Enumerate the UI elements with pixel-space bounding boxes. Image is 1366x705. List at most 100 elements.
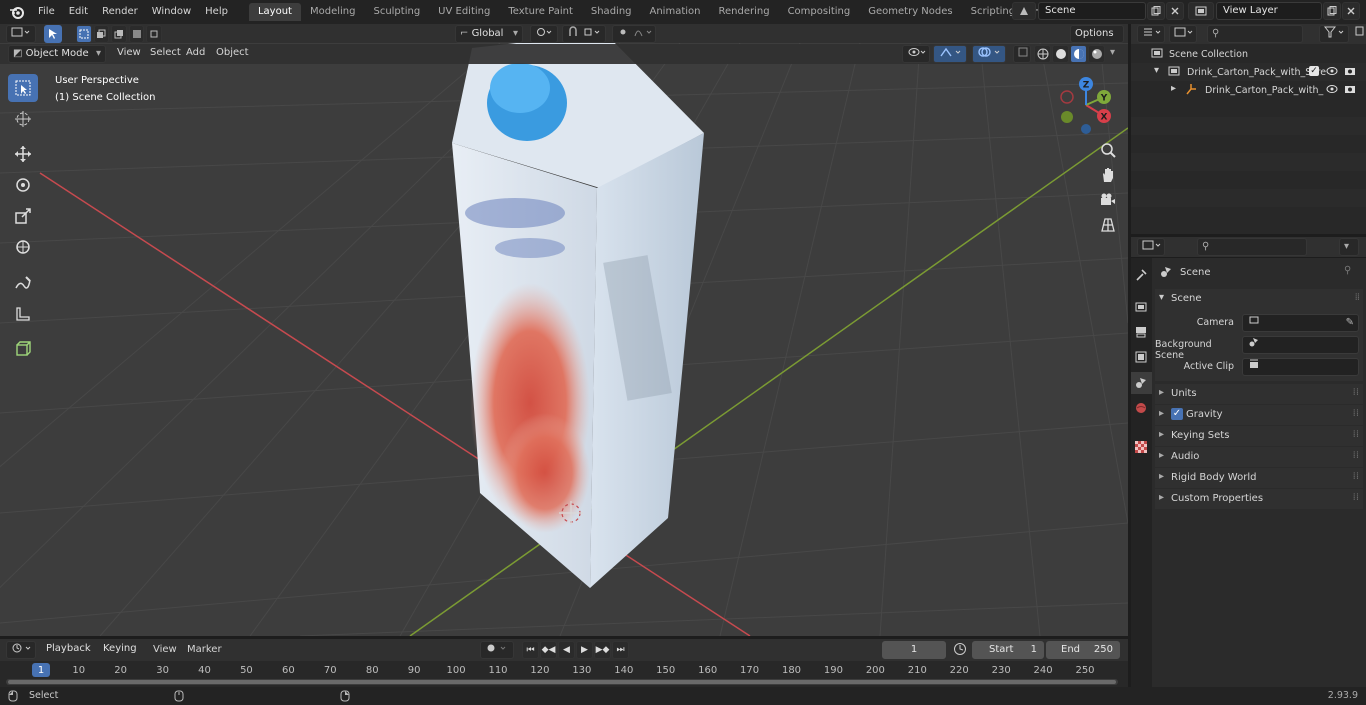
- tab-animation[interactable]: Animation: [641, 3, 710, 21]
- menu-file[interactable]: File: [31, 2, 62, 22]
- select-invert-icon[interactable]: [128, 25, 145, 43]
- outliner-search-input[interactable]: ⚲: [1207, 25, 1303, 43]
- rotate-tool-icon[interactable]: [8, 171, 38, 199]
- tab-uv-editing[interactable]: UV Editing: [429, 3, 499, 21]
- zoom-icon[interactable]: [1098, 140, 1118, 160]
- menu-render[interactable]: Render: [95, 2, 145, 22]
- eye-icon[interactable]: [1326, 65, 1338, 80]
- tab-shading[interactable]: Shading: [582, 3, 641, 21]
- new-collection-icon[interactable]: [1351, 25, 1365, 43]
- add-cube-tool-icon[interactable]: [8, 335, 38, 363]
- pin-icon[interactable]: ⚲: [1344, 265, 1351, 276]
- current-frame-field[interactable]: 1: [882, 641, 946, 659]
- timeline-menu-view[interactable]: View: [153, 641, 177, 659]
- pan-hand-icon[interactable]: [1098, 165, 1118, 185]
- select-tool-icon[interactable]: [44, 25, 62, 43]
- 3d-viewport[interactable]: X Y Z User Perspective (1) Scene Collect…: [0, 43, 1128, 636]
- filter-icon[interactable]: [1319, 25, 1349, 43]
- snap-dropdown[interactable]: [562, 25, 606, 43]
- play-reverse-icon[interactable]: ◀: [558, 641, 575, 659]
- view-layer-icon[interactable]: [1188, 2, 1214, 20]
- measure-tool-icon[interactable]: [8, 300, 38, 328]
- new-scene-icon[interactable]: [1147, 2, 1165, 20]
- units-subpanel[interactable]: ▸ Units ⁞⁞: [1155, 384, 1363, 404]
- select-intersect-icon[interactable]: [146, 25, 162, 43]
- gravity-checkbox[interactable]: ✓: [1171, 408, 1183, 420]
- annotate-tool-icon[interactable]: [8, 269, 38, 297]
- timeline-menu-marker[interactable]: Marker: [187, 641, 222, 659]
- scene-type-icon[interactable]: [1012, 2, 1036, 20]
- delete-view-layer-icon[interactable]: [1342, 2, 1360, 20]
- rendered-shading-icon[interactable]: [1088, 45, 1105, 63]
- gizmo-toggle[interactable]: [933, 45, 967, 63]
- menu-edit[interactable]: Edit: [62, 2, 95, 22]
- menu-object[interactable]: Object: [216, 44, 249, 62]
- menu-select[interactable]: Select: [150, 44, 181, 62]
- jump-start-icon[interactable]: ⏮: [522, 641, 539, 659]
- play-icon[interactable]: ▶: [576, 641, 593, 659]
- playback-dropdown[interactable]: Playback ▾: [42, 641, 96, 670]
- drag-handle-icon[interactable]: ⁞⁞: [1353, 429, 1359, 440]
- options-dropdown[interactable]: Options ▾: [1070, 25, 1124, 55]
- blender-logo-icon[interactable]: [7, 2, 27, 22]
- menu-add[interactable]: Add: [186, 44, 205, 62]
- rigid-body-world-subpanel[interactable]: ▸ Rigid Body World ⁞⁞: [1155, 468, 1363, 488]
- drag-handle-icon[interactable]: ⁞⁞: [1353, 450, 1359, 461]
- expand-arrow-icon[interactable]: ▸: [1171, 83, 1176, 94]
- drag-handle-icon[interactable]: ⁞⁞: [1353, 471, 1359, 482]
- outliner-row-object[interactable]: ▸ Drink_Carton_Pack_with_: [1131, 81, 1366, 99]
- select-new-icon[interactable]: [76, 25, 92, 43]
- drag-handle-icon[interactable]: ⁞⁞: [1353, 492, 1359, 503]
- active-clip-field[interactable]: [1242, 358, 1359, 376]
- select-extend-icon[interactable]: [93, 25, 110, 43]
- outliner-row-collection[interactable]: ▾ Drink_Carton_Pack_with_Scre ✓: [1131, 63, 1366, 81]
- navigation-gizmo[interactable]: X Y Z: [1060, 77, 1111, 134]
- tool-settings-tab-icon[interactable]: [1134, 268, 1148, 285]
- tab-modeling[interactable]: Modeling: [301, 3, 365, 21]
- drag-handle-icon[interactable]: ⁞⁞: [1355, 292, 1360, 303]
- select-subtract-icon[interactable]: [111, 25, 127, 43]
- pivot-point-dropdown[interactable]: [530, 25, 558, 43]
- proportional-edit-dropdown[interactable]: [612, 25, 656, 43]
- next-keyframe-icon[interactable]: ▶◆: [594, 641, 611, 659]
- render-camera-icon[interactable]: [1344, 65, 1356, 80]
- output-tab-icon[interactable]: [1134, 325, 1148, 342]
- view-layer-tab-icon[interactable]: [1134, 350, 1148, 367]
- transform-tool-icon[interactable]: [8, 233, 38, 261]
- drink-carton-model[interactable]: [452, 43, 704, 588]
- audio-subpanel[interactable]: ▸ Audio ⁞⁞: [1155, 447, 1363, 467]
- gravity-subpanel[interactable]: ▸ ✓ Gravity ⁞⁞: [1155, 405, 1363, 425]
- drag-handle-icon[interactable]: ⁞⁞: [1353, 408, 1359, 419]
- visibility-dropdown[interactable]: [902, 45, 930, 63]
- properties-editor-type-icon[interactable]: [1137, 238, 1165, 256]
- tab-sculpting[interactable]: Sculpting: [364, 3, 429, 21]
- scene-panel-header[interactable]: ▾ Scene ⁞⁞: [1155, 289, 1363, 309]
- select-box-tool-icon[interactable]: [8, 74, 38, 102]
- shading-options-chevron-icon[interactable]: ▾: [1110, 47, 1115, 58]
- auto-keying-toggle[interactable]: [480, 641, 514, 659]
- tab-layout[interactable]: Layout: [248, 3, 301, 21]
- drag-handle-icon[interactable]: ⁞⁞: [1353, 387, 1359, 398]
- render-tab-icon[interactable]: [1134, 300, 1148, 317]
- tab-texture-paint[interactable]: Texture Paint: [499, 3, 582, 21]
- scale-tool-icon[interactable]: [8, 202, 38, 230]
- expand-arrow-icon[interactable]: ▾: [1154, 65, 1159, 76]
- start-frame-field[interactable]: Start 1: [972, 641, 1044, 659]
- new-view-layer-icon[interactable]: [1323, 2, 1341, 20]
- tab-compositing[interactable]: Compositing: [779, 3, 860, 21]
- xray-toggle[interactable]: [1013, 45, 1031, 63]
- keying-sets-subpanel[interactable]: ▸ Keying Sets ⁞⁞: [1155, 426, 1363, 446]
- properties-search-input[interactable]: ⚲: [1197, 238, 1307, 256]
- wireframe-shading-icon[interactable]: [1034, 45, 1051, 63]
- background-scene-field[interactable]: [1242, 336, 1359, 354]
- exclude-checkbox[interactable]: ✓: [1309, 66, 1319, 76]
- end-frame-field[interactable]: End 250: [1046, 641, 1120, 659]
- timeline-editor-type-icon[interactable]: [6, 641, 36, 659]
- properties-options-icon[interactable]: ▾: [1339, 238, 1359, 256]
- outliner-editor-type-icon[interactable]: [1137, 25, 1165, 43]
- camera-field[interactable]: ✎: [1242, 314, 1359, 332]
- keying-dropdown[interactable]: Keying ▾: [99, 641, 145, 670]
- scene-name-field[interactable]: Scene: [1038, 2, 1146, 20]
- prev-keyframe-icon[interactable]: ◆◀: [540, 641, 557, 659]
- jump-end-icon[interactable]: ⏭: [612, 641, 629, 659]
